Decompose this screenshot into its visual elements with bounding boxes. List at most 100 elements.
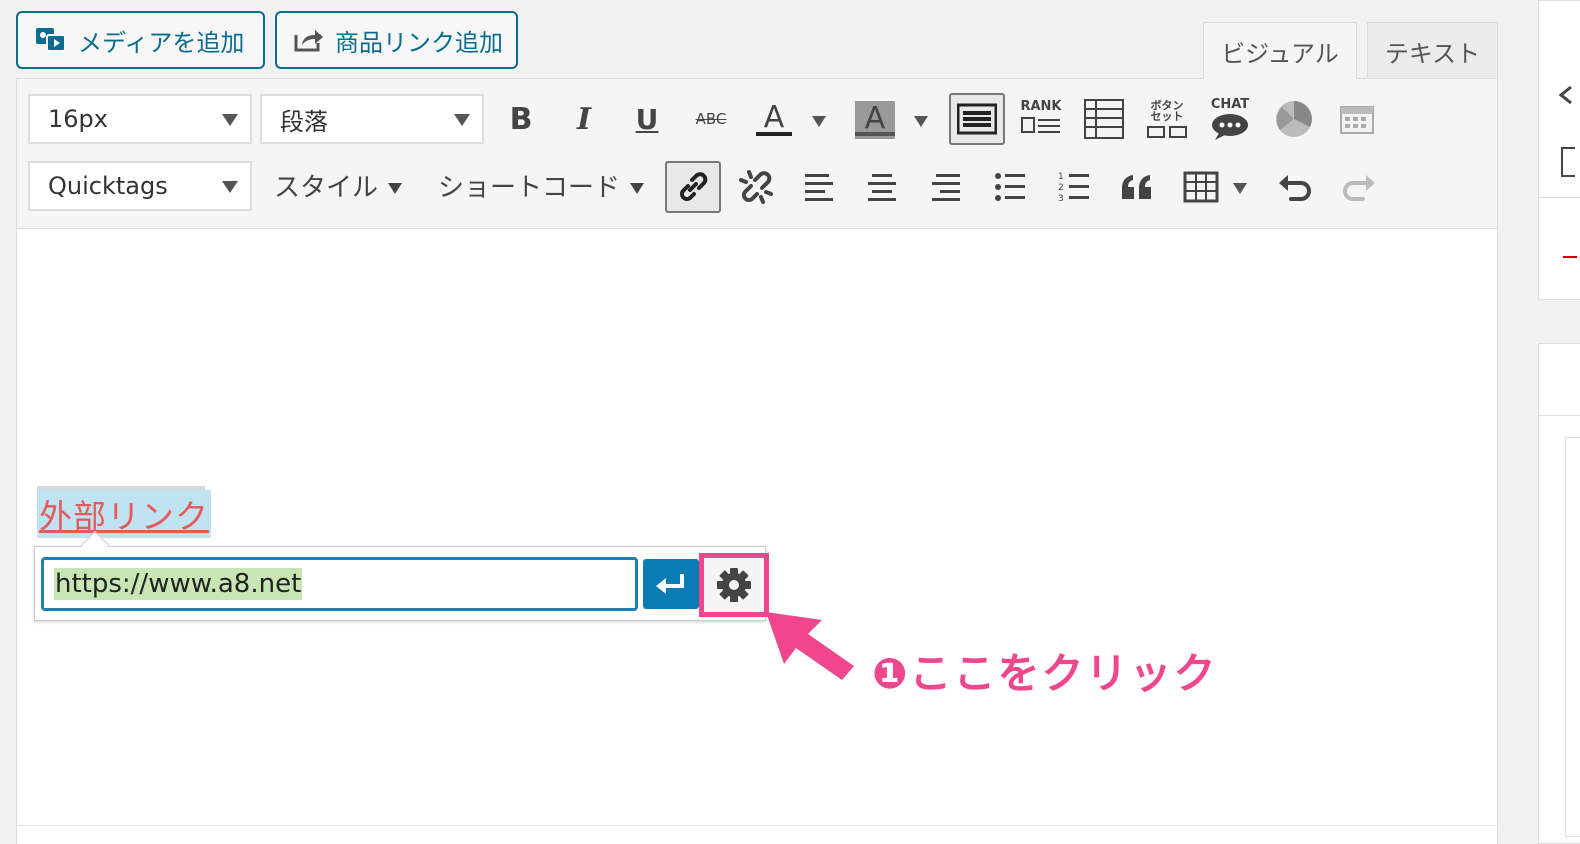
calendar-button[interactable] bbox=[1335, 97, 1379, 141]
background-color-icon: A bbox=[855, 101, 895, 139]
italic-icon: I bbox=[576, 101, 592, 137]
sidebar-panel bbox=[1538, 0, 1580, 300]
align-center-icon bbox=[868, 174, 896, 201]
quicktags-value: Quicktags bbox=[48, 172, 168, 200]
tab-text-label: テキスト bbox=[1384, 39, 1481, 68]
svg-text:2: 2 bbox=[1058, 183, 1064, 193]
svg-text:セット: セット bbox=[1151, 110, 1184, 123]
button-set-icon: ボタン セット bbox=[1147, 98, 1187, 138]
redo-icon bbox=[1343, 175, 1375, 201]
shortcode-menu-label: ショートコード bbox=[438, 173, 621, 203]
tab-visual-label: ビジュアル bbox=[1221, 39, 1339, 68]
link-edit-popup: https://www.a8.net bbox=[34, 530, 769, 621]
unlink-icon bbox=[739, 170, 773, 204]
sidebar-box bbox=[1565, 437, 1580, 837]
annotation-arrow-icon bbox=[766, 612, 854, 680]
add-media-button[interactable]: メディアを追加 bbox=[16, 11, 265, 69]
strikethrough-button[interactable]: ABC bbox=[689, 97, 733, 141]
redo-button[interactable] bbox=[1337, 165, 1381, 209]
svg-text:A: A bbox=[764, 100, 785, 135]
share-icon bbox=[294, 30, 323, 52]
sidebar-panel bbox=[1538, 343, 1580, 844]
enter-icon bbox=[656, 574, 684, 594]
blockquote-button[interactable] bbox=[1115, 165, 1159, 209]
sidebar-link-underline bbox=[1563, 256, 1577, 258]
insert-link-button[interactable] bbox=[665, 161, 721, 213]
calendar-icon bbox=[1340, 106, 1374, 134]
align-right-icon bbox=[932, 174, 960, 201]
font-size-select[interactable]: 16px bbox=[28, 94, 252, 144]
add-product-link-label: 商品リンク追加 bbox=[335, 28, 503, 57]
unlink-button[interactable] bbox=[734, 165, 778, 209]
paragraph-value: 段落 bbox=[280, 107, 328, 136]
style-menu[interactable]: スタイル bbox=[274, 167, 403, 204]
font-size-value: 16px bbox=[48, 105, 108, 133]
table-button[interactable] bbox=[1179, 165, 1223, 209]
content-link[interactable]: 外部リンク bbox=[37, 490, 211, 538]
tab-visual[interactable]: ビジュアル bbox=[1203, 22, 1357, 79]
quote-icon bbox=[1122, 175, 1151, 199]
add-media-label: メディアを追加 bbox=[78, 28, 245, 57]
svg-text:A: A bbox=[865, 101, 886, 136]
align-left-button[interactable] bbox=[797, 165, 841, 209]
chevron-down-icon[interactable] bbox=[1233, 183, 1247, 194]
tab-text[interactable]: テキスト bbox=[1367, 22, 1498, 79]
chevron-left-icon[interactable] bbox=[1557, 85, 1577, 105]
bold-button[interactable]: B bbox=[499, 97, 543, 141]
table-list-button[interactable] bbox=[1082, 97, 1126, 141]
bullet-list-button[interactable] bbox=[988, 165, 1032, 209]
pie-chart-icon bbox=[1276, 101, 1312, 137]
table-list-icon bbox=[1084, 99, 1124, 139]
paragraph-select[interactable]: 段落 bbox=[260, 94, 484, 144]
keyboard-icon bbox=[957, 103, 997, 135]
undo-button[interactable] bbox=[1273, 165, 1317, 209]
undo-icon bbox=[1279, 175, 1311, 201]
italic-button[interactable]: I bbox=[562, 97, 606, 141]
divider bbox=[16, 825, 1498, 826]
rank-icon: RANK bbox=[1020, 99, 1062, 133]
chevron-down-icon bbox=[388, 183, 403, 194]
chevron-down-icon[interactable] bbox=[914, 116, 928, 127]
sidebar-icon-box bbox=[1561, 147, 1575, 177]
media-icon bbox=[36, 28, 66, 52]
numbered-list-button[interactable]: 123 bbox=[1052, 165, 1096, 209]
chat-button[interactable]: CHAT bbox=[1208, 97, 1252, 141]
numbered-list-icon: 123 bbox=[1058, 172, 1089, 203]
underline-button[interactable]: U bbox=[625, 97, 669, 141]
underline-icon: U bbox=[635, 102, 659, 136]
chevron-down-icon bbox=[222, 181, 238, 193]
svg-text:1: 1 bbox=[1058, 172, 1064, 182]
link-icon bbox=[680, 172, 708, 201]
chevron-down-icon bbox=[454, 114, 470, 126]
style-menu-label: スタイル bbox=[274, 173, 379, 203]
annotation-callout: ❶ここをクリック bbox=[872, 649, 1218, 698]
pie-chart-button[interactable] bbox=[1272, 97, 1316, 141]
sidebar-divider bbox=[1539, 415, 1580, 416]
gear-icon bbox=[717, 568, 751, 602]
bullet-list-icon bbox=[995, 173, 1025, 201]
sidebar-divider bbox=[1539, 197, 1580, 198]
toolbar-toggle-button[interactable] bbox=[949, 93, 1005, 145]
bold-icon: B bbox=[509, 101, 533, 137]
editor: 16px 段落 B I U ABC A A RANK ボタン セット CHAT … bbox=[16, 78, 1498, 844]
url-input[interactable]: https://www.a8.net bbox=[41, 557, 638, 611]
text-color-button[interactable]: A bbox=[752, 97, 796, 141]
shortcode-menu[interactable]: ショートコード bbox=[438, 167, 645, 204]
quicktags-select[interactable]: Quicktags bbox=[28, 161, 252, 211]
align-center-button[interactable] bbox=[860, 165, 904, 209]
add-product-link-button[interactable]: 商品リンク追加 bbox=[275, 11, 518, 69]
chat-icon: CHAT bbox=[1211, 97, 1249, 140]
background-color-button[interactable]: A bbox=[853, 97, 897, 141]
strikethrough-icon: ABC bbox=[695, 110, 727, 128]
chevron-down-icon[interactable] bbox=[812, 116, 826, 127]
link-options-button[interactable] bbox=[699, 553, 769, 617]
svg-text:3: 3 bbox=[1058, 194, 1064, 203]
rank-button[interactable]: RANK bbox=[1019, 97, 1063, 141]
table-icon bbox=[1183, 171, 1219, 203]
align-left-icon bbox=[805, 174, 833, 201]
chevron-down-icon bbox=[630, 183, 645, 194]
svg-text:RANK: RANK bbox=[1020, 99, 1062, 114]
apply-link-button[interactable] bbox=[643, 559, 699, 609]
button-set-button[interactable]: ボタン セット bbox=[1145, 97, 1189, 141]
align-right-button[interactable] bbox=[924, 165, 968, 209]
